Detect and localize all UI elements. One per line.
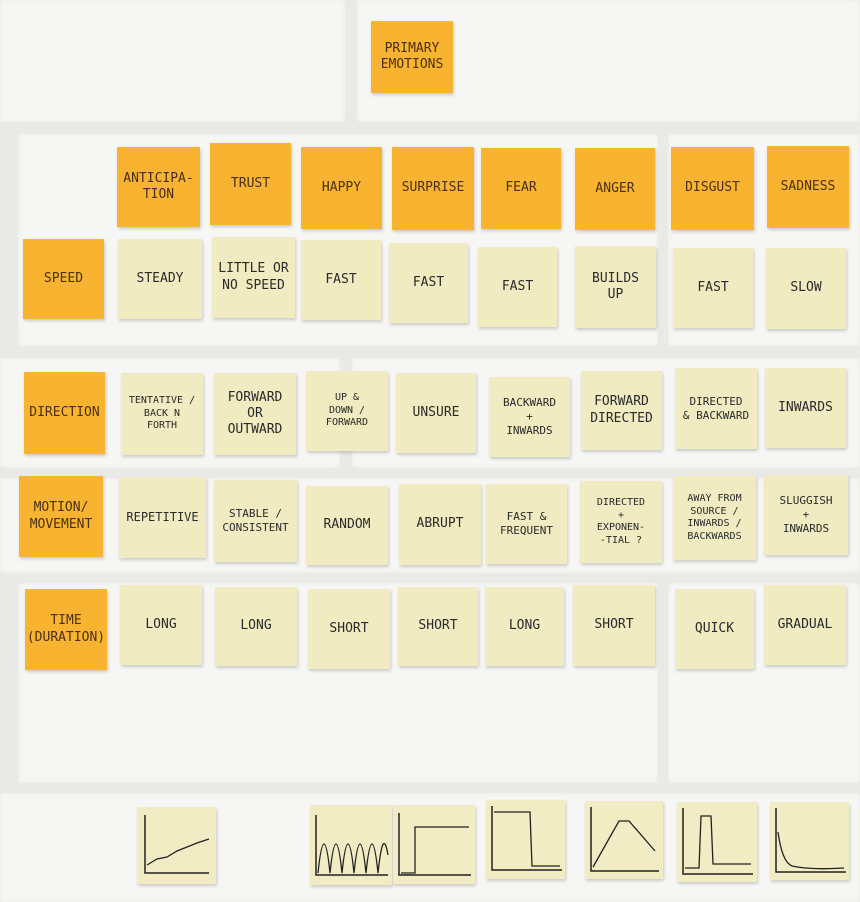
emotion-note-happy: HAPPY: [301, 147, 382, 229]
oscillation-sketch: [315, 815, 389, 876]
speed-note-sadness: SLOW: [766, 248, 846, 329]
direction-note-anger: FORWARD DIRECTED: [581, 371, 662, 450]
direction-note-anticipation: TENTATIVE / BACK N FORTH: [121, 373, 203, 455]
time-note-sadness: GRADUAL: [764, 585, 846, 665]
direction-note-surprise: UNSURE: [396, 373, 476, 453]
wall-brick: [0, 0, 345, 122]
time-note-happy: SHORT: [308, 589, 390, 669]
speed-note-disgust: FAST: [673, 248, 753, 328]
graph-note-spike: [677, 802, 757, 882]
speed-note-trust: LITTLE OR NO SPEED: [212, 237, 295, 318]
step-down-sketch: [491, 806, 562, 871]
graph-note-steady-rise: [137, 807, 216, 884]
graph-note-oscillation: [310, 805, 392, 885]
motion-note-happy: RANDOM: [306, 486, 388, 565]
motion-note-disgust: AWAY FROM SOURCE / INWARDS / BACKWARDS: [673, 476, 756, 560]
row-label-motion: MOTION/ MOVEMENT: [19, 476, 103, 557]
motion-note-sadness: SLUGGISH + INWARDS: [764, 475, 848, 555]
row-label-time: TIME (DURATION): [25, 589, 107, 670]
emotion-note-anger: ANGER: [575, 148, 655, 230]
emotion-note-sadness: SADNESS: [767, 146, 849, 228]
speed-note-anticipation: STEADY: [118, 239, 202, 319]
steady-rise-sketch: [144, 815, 210, 874]
graph-note-peak: [585, 801, 663, 879]
step-up-sketch: [398, 813, 471, 876]
graph-note-decay: [770, 802, 849, 880]
time-note-surprise: SHORT: [398, 587, 478, 666]
motion-note-anger: DIRECTED + EXPONEN- -TIAL ?: [580, 481, 662, 563]
direction-note-sadness: INWARDS: [765, 368, 846, 448]
peak-sketch: [590, 807, 659, 872]
motion-note-trust: STABLE / CONSISTENT: [214, 480, 297, 562]
emotion-note-surprise: SURPRISE: [392, 147, 474, 230]
direction-note-disgust: DIRECTED & BACKWARD: [675, 368, 757, 449]
emotion-note-disgust: DISGUST: [671, 147, 754, 230]
time-note-anger: SHORT: [573, 585, 655, 666]
direction-note-happy: UP & DOWN / FORWARD: [306, 371, 388, 451]
motion-note-fear: FAST & FREQUENT: [486, 484, 567, 564]
graph-note-step-down: [486, 800, 565, 879]
time-note-trust: LONG: [215, 587, 297, 666]
motion-note-anticipation: REPETITIVE: [119, 477, 206, 558]
speed-note-fear: FAST: [478, 247, 557, 327]
time-note-fear: LONG: [485, 587, 564, 666]
graph-note-step-up: [393, 805, 475, 884]
row-label-direction: DIRECTION: [24, 372, 105, 454]
speed-note-anger: BUILDS UP: [575, 246, 656, 328]
motion-note-surprise: ABRUPT: [399, 484, 481, 565]
direction-note-trust: FORWARD OR OUTWARD: [214, 373, 296, 455]
emotion-note-trust: TRUST: [210, 143, 291, 225]
speed-note-surprise: FAST: [389, 243, 468, 323]
emotion-note-fear: FEAR: [481, 148, 561, 229]
spike-sketch: [682, 808, 753, 875]
row-label-speed: SPEED: [23, 239, 104, 319]
decay-sketch: [775, 808, 846, 873]
direction-note-fear: BACKWARD + INWARDS: [489, 377, 570, 457]
emotion-note-anticipation: ANTICIPA- TION: [117, 147, 200, 227]
time-note-anticipation: LONG: [120, 585, 202, 665]
time-note-disgust: QUICK: [675, 589, 754, 669]
title-note: PRIMARY EMOTIONS: [371, 21, 453, 93]
speed-note-happy: FAST: [301, 240, 381, 320]
